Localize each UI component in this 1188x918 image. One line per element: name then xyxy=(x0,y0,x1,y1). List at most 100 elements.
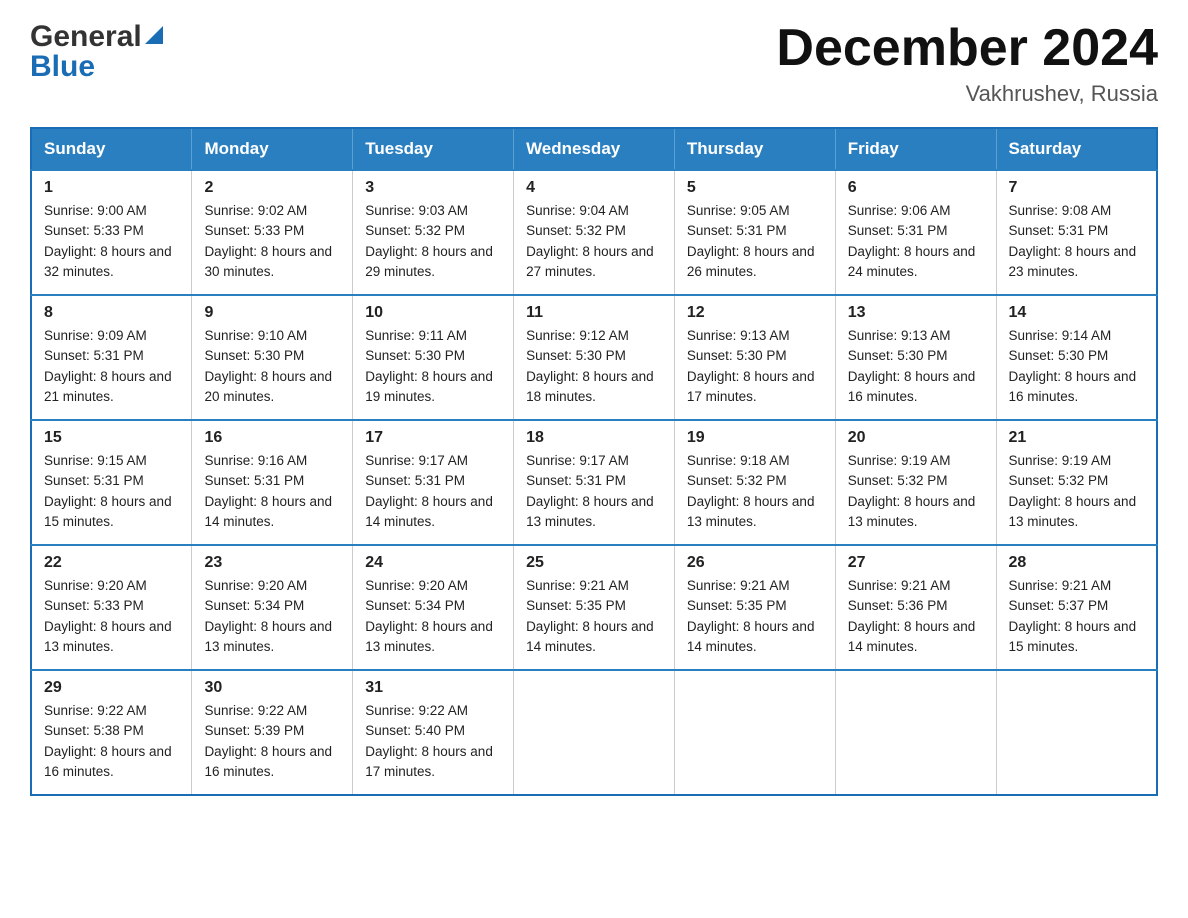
day-info: Sunrise: 9:19 AM Sunset: 5:32 PM Dayligh… xyxy=(1009,451,1145,532)
day-number: 19 xyxy=(687,429,823,447)
calendar-cell: 23 Sunrise: 9:20 AM Sunset: 5:34 PM Dayl… xyxy=(192,545,353,670)
day-number: 2 xyxy=(204,179,340,197)
calendar-cell: 24 Sunrise: 9:20 AM Sunset: 5:34 PM Dayl… xyxy=(353,545,514,670)
day-info: Sunrise: 9:21 AM Sunset: 5:35 PM Dayligh… xyxy=(687,576,823,657)
day-info: Sunrise: 9:08 AM Sunset: 5:31 PM Dayligh… xyxy=(1009,201,1145,282)
day-number: 15 xyxy=(44,429,179,447)
day-info: Sunrise: 9:21 AM Sunset: 5:35 PM Dayligh… xyxy=(526,576,662,657)
col-wednesday: Wednesday xyxy=(514,128,675,170)
calendar-week-1: 1 Sunrise: 9:00 AM Sunset: 5:33 PM Dayli… xyxy=(31,170,1157,295)
day-number: 10 xyxy=(365,304,501,322)
day-info: Sunrise: 9:22 AM Sunset: 5:40 PM Dayligh… xyxy=(365,701,501,782)
day-number: 5 xyxy=(687,179,823,197)
col-tuesday: Tuesday xyxy=(353,128,514,170)
page-container: General Blue December 2024 Vakhrushev, R… xyxy=(30,20,1158,796)
day-info: Sunrise: 9:03 AM Sunset: 5:32 PM Dayligh… xyxy=(365,201,501,282)
day-info: Sunrise: 9:20 AM Sunset: 5:34 PM Dayligh… xyxy=(365,576,501,657)
day-info: Sunrise: 9:00 AM Sunset: 5:33 PM Dayligh… xyxy=(44,201,179,282)
calendar-cell: 13 Sunrise: 9:13 AM Sunset: 5:30 PM Dayl… xyxy=(835,295,996,420)
title-block: December 2024 Vakhrushev, Russia xyxy=(776,20,1158,107)
day-number: 7 xyxy=(1009,179,1145,197)
col-thursday: Thursday xyxy=(674,128,835,170)
calendar-cell: 4 Sunrise: 9:04 AM Sunset: 5:32 PM Dayli… xyxy=(514,170,675,295)
calendar-cell: 20 Sunrise: 9:19 AM Sunset: 5:32 PM Dayl… xyxy=(835,420,996,545)
calendar-cell: 3 Sunrise: 9:03 AM Sunset: 5:32 PM Dayli… xyxy=(353,170,514,295)
day-info: Sunrise: 9:12 AM Sunset: 5:30 PM Dayligh… xyxy=(526,326,662,407)
day-info: Sunrise: 9:05 AM Sunset: 5:31 PM Dayligh… xyxy=(687,201,823,282)
calendar-cell: 8 Sunrise: 9:09 AM Sunset: 5:31 PM Dayli… xyxy=(31,295,192,420)
logo-general-text: General xyxy=(30,20,142,54)
calendar-cell: 1 Sunrise: 9:00 AM Sunset: 5:33 PM Dayli… xyxy=(31,170,192,295)
day-info: Sunrise: 9:10 AM Sunset: 5:30 PM Dayligh… xyxy=(204,326,340,407)
day-info: Sunrise: 9:17 AM Sunset: 5:31 PM Dayligh… xyxy=(365,451,501,532)
calendar-cell: 6 Sunrise: 9:06 AM Sunset: 5:31 PM Dayli… xyxy=(835,170,996,295)
day-number: 9 xyxy=(204,304,340,322)
logo-triangle-icon xyxy=(145,26,163,49)
day-info: Sunrise: 9:19 AM Sunset: 5:32 PM Dayligh… xyxy=(848,451,984,532)
day-number: 1 xyxy=(44,179,179,197)
day-info: Sunrise: 9:20 AM Sunset: 5:33 PM Dayligh… xyxy=(44,576,179,657)
col-saturday: Saturday xyxy=(996,128,1157,170)
calendar-cell: 2 Sunrise: 9:02 AM Sunset: 5:33 PM Dayli… xyxy=(192,170,353,295)
calendar-cell: 18 Sunrise: 9:17 AM Sunset: 5:31 PM Dayl… xyxy=(514,420,675,545)
calendar-cell: 28 Sunrise: 9:21 AM Sunset: 5:37 PM Dayl… xyxy=(996,545,1157,670)
calendar-cell: 31 Sunrise: 9:22 AM Sunset: 5:40 PM Dayl… xyxy=(353,670,514,795)
day-info: Sunrise: 9:09 AM Sunset: 5:31 PM Dayligh… xyxy=(44,326,179,407)
calendar-cell: 30 Sunrise: 9:22 AM Sunset: 5:39 PM Dayl… xyxy=(192,670,353,795)
day-info: Sunrise: 9:21 AM Sunset: 5:37 PM Dayligh… xyxy=(1009,576,1145,657)
calendar-cell: 21 Sunrise: 9:19 AM Sunset: 5:32 PM Dayl… xyxy=(996,420,1157,545)
day-number: 27 xyxy=(848,554,984,572)
calendar-cell: 27 Sunrise: 9:21 AM Sunset: 5:36 PM Dayl… xyxy=(835,545,996,670)
day-info: Sunrise: 9:16 AM Sunset: 5:31 PM Dayligh… xyxy=(204,451,340,532)
day-number: 29 xyxy=(44,679,179,697)
calendar-cell: 14 Sunrise: 9:14 AM Sunset: 5:30 PM Dayl… xyxy=(996,295,1157,420)
day-number: 24 xyxy=(365,554,501,572)
calendar-week-4: 22 Sunrise: 9:20 AM Sunset: 5:33 PM Dayl… xyxy=(31,545,1157,670)
calendar-cell: 15 Sunrise: 9:15 AM Sunset: 5:31 PM Dayl… xyxy=(31,420,192,545)
day-number: 23 xyxy=(204,554,340,572)
day-number: 18 xyxy=(526,429,662,447)
day-number: 8 xyxy=(44,304,179,322)
day-info: Sunrise: 9:04 AM Sunset: 5:32 PM Dayligh… xyxy=(526,201,662,282)
calendar-week-2: 8 Sunrise: 9:09 AM Sunset: 5:31 PM Dayli… xyxy=(31,295,1157,420)
calendar-cell: 25 Sunrise: 9:21 AM Sunset: 5:35 PM Dayl… xyxy=(514,545,675,670)
calendar-cell xyxy=(835,670,996,795)
day-number: 31 xyxy=(365,679,501,697)
col-sunday: Sunday xyxy=(31,128,192,170)
day-number: 16 xyxy=(204,429,340,447)
day-info: Sunrise: 9:22 AM Sunset: 5:38 PM Dayligh… xyxy=(44,701,179,782)
day-info: Sunrise: 9:13 AM Sunset: 5:30 PM Dayligh… xyxy=(687,326,823,407)
calendar-week-3: 15 Sunrise: 9:15 AM Sunset: 5:31 PM Dayl… xyxy=(31,420,1157,545)
calendar-cell: 12 Sunrise: 9:13 AM Sunset: 5:30 PM Dayl… xyxy=(674,295,835,420)
day-info: Sunrise: 9:20 AM Sunset: 5:34 PM Dayligh… xyxy=(204,576,340,657)
col-friday: Friday xyxy=(835,128,996,170)
main-title: December 2024 xyxy=(776,20,1158,77)
day-info: Sunrise: 9:02 AM Sunset: 5:33 PM Dayligh… xyxy=(204,201,340,282)
subtitle: Vakhrushev, Russia xyxy=(776,81,1158,107)
day-number: 30 xyxy=(204,679,340,697)
header: General Blue December 2024 Vakhrushev, R… xyxy=(30,20,1158,107)
day-info: Sunrise: 9:22 AM Sunset: 5:39 PM Dayligh… xyxy=(204,701,340,782)
calendar-cell: 16 Sunrise: 9:16 AM Sunset: 5:31 PM Dayl… xyxy=(192,420,353,545)
day-info: Sunrise: 9:18 AM Sunset: 5:32 PM Dayligh… xyxy=(687,451,823,532)
logo-blue-text: Blue xyxy=(30,50,95,84)
calendar-week-5: 29 Sunrise: 9:22 AM Sunset: 5:38 PM Dayl… xyxy=(31,670,1157,795)
day-info: Sunrise: 9:21 AM Sunset: 5:36 PM Dayligh… xyxy=(848,576,984,657)
calendar-cell: 22 Sunrise: 9:20 AM Sunset: 5:33 PM Dayl… xyxy=(31,545,192,670)
day-number: 6 xyxy=(848,179,984,197)
day-number: 20 xyxy=(848,429,984,447)
day-info: Sunrise: 9:14 AM Sunset: 5:30 PM Dayligh… xyxy=(1009,326,1145,407)
day-info: Sunrise: 9:13 AM Sunset: 5:30 PM Dayligh… xyxy=(848,326,984,407)
calendar-cell xyxy=(996,670,1157,795)
day-number: 13 xyxy=(848,304,984,322)
day-number: 26 xyxy=(687,554,823,572)
day-number: 11 xyxy=(526,304,662,322)
calendar-cell: 5 Sunrise: 9:05 AM Sunset: 5:31 PM Dayli… xyxy=(674,170,835,295)
day-number: 25 xyxy=(526,554,662,572)
calendar-cell: 9 Sunrise: 9:10 AM Sunset: 5:30 PM Dayli… xyxy=(192,295,353,420)
day-info: Sunrise: 9:06 AM Sunset: 5:31 PM Dayligh… xyxy=(848,201,984,282)
day-number: 14 xyxy=(1009,304,1145,322)
calendar-cell: 26 Sunrise: 9:21 AM Sunset: 5:35 PM Dayl… xyxy=(674,545,835,670)
calendar-cell: 10 Sunrise: 9:11 AM Sunset: 5:30 PM Dayl… xyxy=(353,295,514,420)
day-info: Sunrise: 9:15 AM Sunset: 5:31 PM Dayligh… xyxy=(44,451,179,532)
